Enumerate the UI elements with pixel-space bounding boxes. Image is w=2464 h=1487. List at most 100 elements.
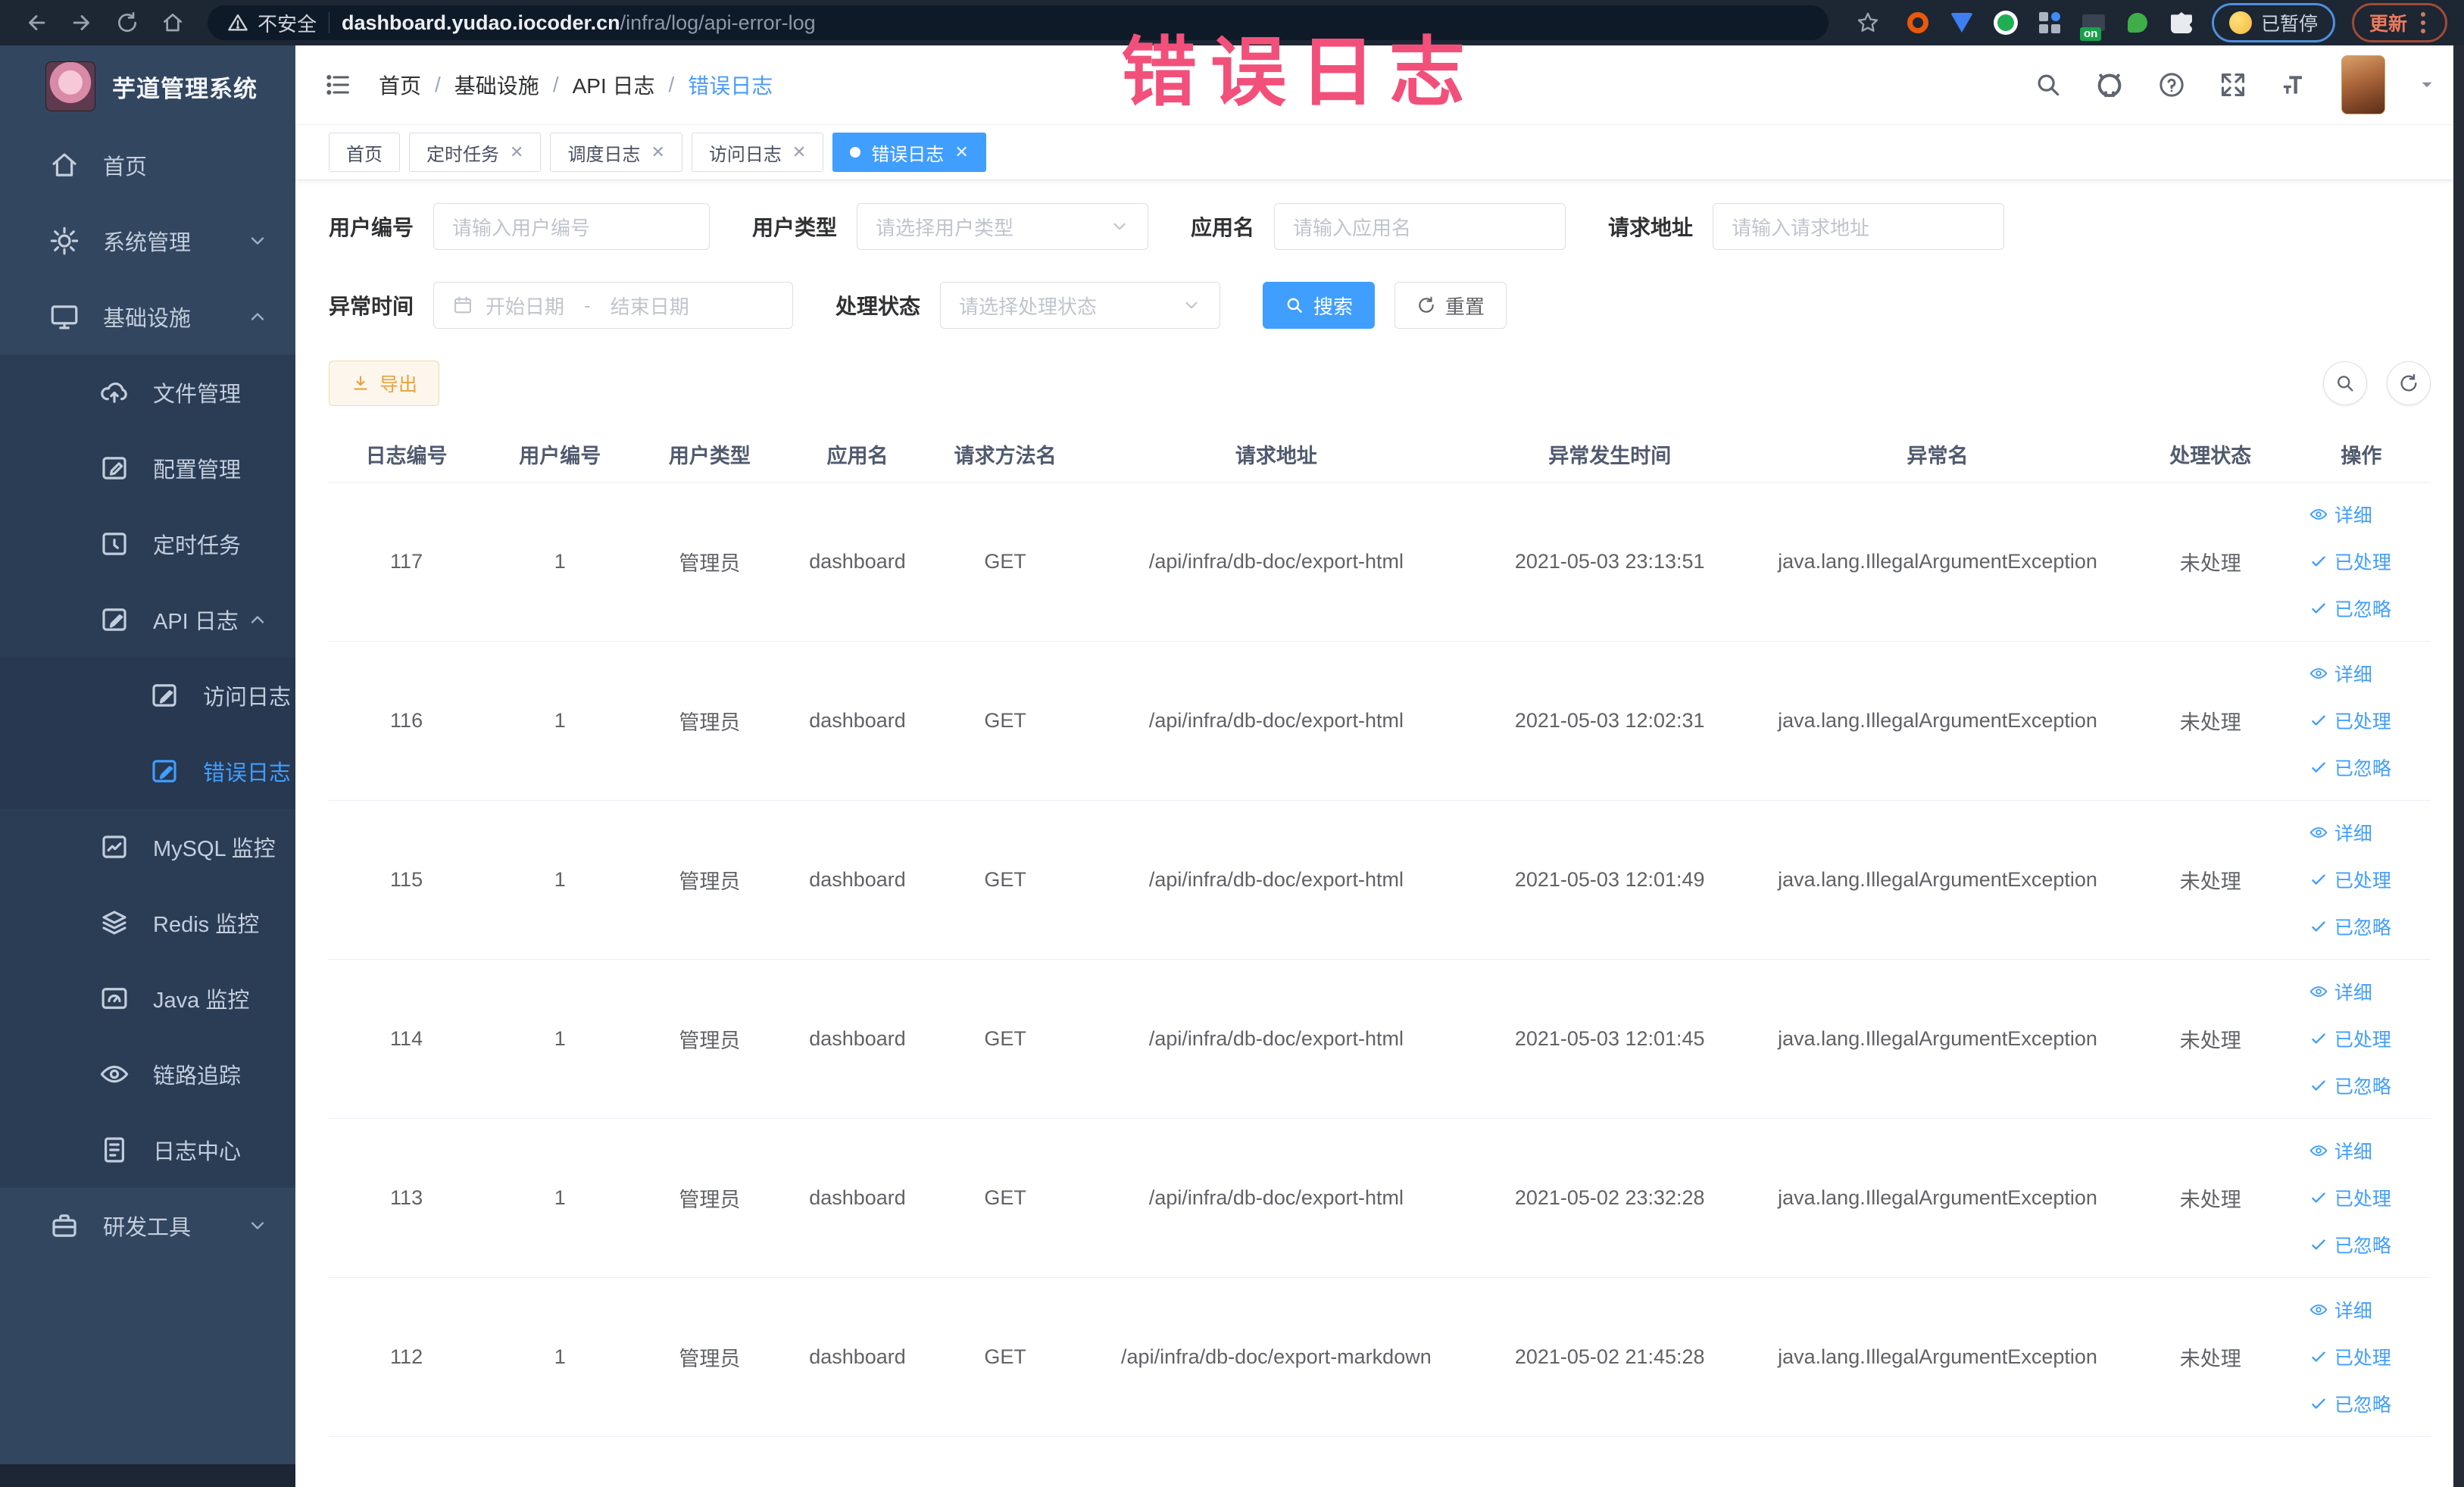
menu-fold-icon[interactable] <box>323 70 353 100</box>
mark-ignored-link[interactable]: 已忽略 <box>2309 1072 2391 1099</box>
detail-link[interactable]: 详细 <box>2309 660 2372 687</box>
sidebar-item-log-center[interactable]: 日志中心 <box>0 1112 295 1188</box>
mark-processed-link[interactable]: 已处理 <box>2309 1184 2391 1211</box>
export-button[interactable]: 导出 <box>329 361 440 406</box>
font-size-icon[interactable] <box>2279 70 2309 100</box>
sidebar-item-system[interactable]: 系统管理 <box>0 203 295 279</box>
fullscreen-icon[interactable] <box>2219 70 2247 99</box>
user-avatar[interactable] <box>2341 55 2385 114</box>
extension-orange-icon[interactable] <box>1904 9 1932 36</box>
home-icon[interactable] <box>153 6 192 39</box>
page-content: 用户编号 请输入用户编号 用户类型 请选择用户类型 应用名 请输入应用名 请求地… <box>295 180 2464 1487</box>
table-row[interactable]: 115 1 管理员 dashboard GET /api/infra/db-do… <box>329 800 2431 960</box>
app-name-input[interactable]: 请输入应用名 <box>1274 203 1566 250</box>
mark-ignored-link[interactable]: 已忽略 <box>2309 913 2391 940</box>
mark-processed-link[interactable]: 已处理 <box>2309 707 2391 734</box>
tab-home[interactable]: 首页 <box>329 133 400 172</box>
user-type-select[interactable]: 请选择用户类型 <box>857 203 1149 250</box>
search-icon[interactable] <box>2034 70 2063 99</box>
warning-icon <box>228 14 248 31</box>
browser-menu-icon[interactable] <box>2416 12 2430 33</box>
breadcrumb-api-log[interactable]: API 日志 <box>573 70 655 100</box>
app-logo-row[interactable]: 芋道管理系统 <box>0 45 295 127</box>
detail-link[interactable]: 详细 <box>2309 1137 2372 1164</box>
breadcrumb-home[interactable]: 首页 <box>379 70 421 100</box>
sidebar-item-trace[interactable]: 链路追踪 <box>0 1036 295 1112</box>
request-url-input[interactable]: 请输入请求地址 <box>1713 203 2005 250</box>
sidebar-item-home[interactable]: 首页 <box>0 127 295 203</box>
sidebar-collapse-bar[interactable] <box>0 1464 295 1487</box>
detail-link[interactable]: 详细 <box>2309 1296 2372 1323</box>
close-icon[interactable]: ✕ <box>792 144 806 161</box>
tab-error-log[interactable]: 错误日志 ✕ <box>832 133 986 172</box>
sidebar-item-config-manage[interactable]: 配置管理 <box>0 430 295 506</box>
sidebar-item-dev-tools[interactable]: 研发工具 <box>0 1188 295 1264</box>
mark-ignored-link[interactable]: 已忽略 <box>2309 1231 2391 1258</box>
check-icon <box>2312 874 2325 885</box>
reset-button[interactable]: 重置 <box>1394 282 1507 329</box>
search-icon <box>1287 298 1302 313</box>
close-icon[interactable]: ✕ <box>510 144 523 161</box>
mark-ignored-link[interactable]: 已忽略 <box>2309 595 2391 622</box>
detail-link[interactable]: 详细 <box>2309 501 2372 528</box>
paused-profile-badge[interactable]: 已暂停 <box>2211 3 2335 42</box>
github-icon[interactable] <box>2094 70 2125 100</box>
cell-request-method: GET <box>931 482 1079 642</box>
detail-link[interactable]: 详细 <box>2309 819 2372 846</box>
mark-ignored-link[interactable]: 已忽略 <box>2309 754 2391 781</box>
close-icon[interactable]: ✕ <box>954 144 968 161</box>
table-row[interactable]: 116 1 管理员 dashboard GET /api/infra/db-do… <box>329 641 2431 801</box>
table-row[interactable]: 113 1 管理员 dashboard GET /api/infra/db-do… <box>329 1118 2431 1278</box>
extension-shield-icon[interactable] <box>1948 9 1975 36</box>
extension-on-switch-icon[interactable]: on <box>2079 9 2107 41</box>
close-icon[interactable]: ✕ <box>651 144 664 161</box>
check-icon <box>2312 603 2325 614</box>
update-button[interactable]: 更新 <box>2351 3 2447 42</box>
mark-processed-link[interactable]: 已处理 <box>2309 1343 2391 1370</box>
detail-link[interactable]: 详细 <box>2309 978 2372 1005</box>
window-edge-scrollbar[interactable] <box>2453 45 2464 1487</box>
app-name-label: 应用名 <box>1191 216 1255 239</box>
toggle-search-button[interactable] <box>2323 361 2367 405</box>
sidebar-item-java-monitor[interactable]: Java 监控 <box>0 961 295 1036</box>
mark-processed-link[interactable]: 已处理 <box>2309 548 2391 575</box>
help-icon[interactable] <box>2156 70 2187 100</box>
security-chip[interactable]: 不安全 <box>227 9 317 37</box>
mark-ignored-link[interactable]: 已忽略 <box>2309 1390 2391 1417</box>
process-status-select[interactable]: 请选择处理状态 <box>940 282 1221 329</box>
address-bar[interactable]: 不安全 dashboard.yudao.iocoder.cn/infra/log… <box>208 5 1828 40</box>
sidebar-item-error-log[interactable]: 错误日志 <box>0 733 295 809</box>
tab-scheduled-job[interactable]: 定时任务 ✕ <box>409 133 542 172</box>
sidebar-item-access-log[interactable]: 访问日志 <box>0 658 295 733</box>
table-row[interactable]: 117 1 管理员 dashboard GET /api/infra/db-do… <box>329 482 2431 642</box>
mark-processed-link[interactable]: 已处理 <box>2309 1025 2391 1052</box>
cell-log-id: 112 <box>329 1277 485 1437</box>
table-row[interactable]: 114 1 管理员 dashboard GET /api/infra/db-do… <box>329 959 2431 1119</box>
refresh-table-button[interactable] <box>2387 361 2431 405</box>
tab-access-log[interactable]: 访问日志 ✕ <box>691 133 824 172</box>
reload-icon[interactable] <box>108 6 147 39</box>
user-id-input[interactable]: 请输入用户编号 <box>433 203 710 250</box>
sidebar-item-infra[interactable]: 基础设施 <box>0 279 295 355</box>
column-header: 操作 <box>2291 427 2431 483</box>
breadcrumb-infra[interactable]: 基础设施 <box>454 70 539 100</box>
extension-puzzle-icon[interactable] <box>2168 9 2195 36</box>
mark-processed-link[interactable]: 已处理 <box>2309 866 2391 893</box>
sidebar-item-mysql-monitor[interactable]: MySQL 监控 <box>0 809 295 885</box>
sidebar-item-api-log[interactable]: API 日志 <box>0 582 295 658</box>
extension-sprout-icon[interactable] <box>2124 9 2151 36</box>
sidebar-item-file-manage[interactable]: 文件管理 <box>0 355 295 430</box>
search-button[interactable]: 搜索 <box>1263 282 1376 329</box>
cell-app-name: dashboard <box>783 800 932 960</box>
date-range-picker[interactable]: 开始日期 - 结束日期 <box>433 282 794 329</box>
bookmark-star-icon[interactable] <box>1848 6 1888 39</box>
forward-icon[interactable] <box>62 6 101 39</box>
extension-green-circle-icon[interactable] <box>1992 9 2019 36</box>
extension-grid-icon[interactable] <box>2036 9 2063 36</box>
table-row[interactable]: 112 1 管理员 dashboard GET /api/infra/db-do… <box>329 1277 2431 1437</box>
sidebar-item-redis-monitor[interactable]: Redis 监控 <box>0 885 295 961</box>
tab-schedule-log[interactable]: 调度日志 ✕ <box>550 133 682 172</box>
avatar-caret-icon[interactable] <box>2417 75 2437 95</box>
back-icon[interactable] <box>17 6 56 39</box>
sidebar-item-scheduled-job[interactable]: 定时任务 <box>0 506 295 582</box>
